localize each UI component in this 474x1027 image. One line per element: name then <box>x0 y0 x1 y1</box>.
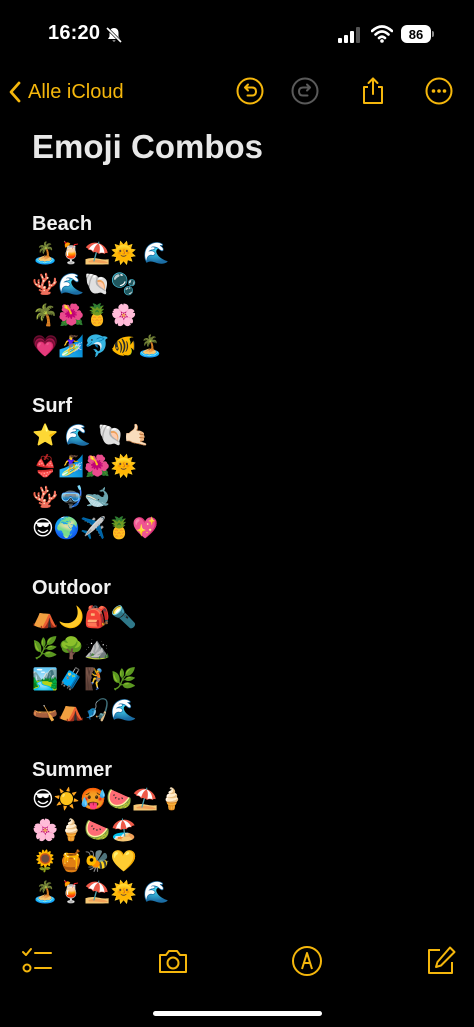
section-summer: Summer 😎☀️🥵🍉⛱️🍦 🌸🍦🍉🏖️ 🌻🍯🐝💛 🏝️🍹⛱️🌞 🌊 <box>32 756 452 908</box>
section-beach: Beach 🏝️🍹⛱️🌞 🌊 🪸🌊🐚🫧 🌴🌺🍍🌸 💗🏄‍♀️🐬🐠🏝️ <box>32 210 452 362</box>
emoji-line: 🏝️🍹⛱️🌞 🌊 <box>32 880 170 904</box>
emoji-line: 🏝️🍹⛱️🌞 🌊 <box>32 241 170 265</box>
emoji-line: 😎☀️🥵🍉⛱️🍦 <box>32 787 185 811</box>
section-heading: Outdoor <box>32 577 111 599</box>
chevron-left-icon <box>9 81 21 103</box>
status-bar: 16:20 86 <box>0 0 474 60</box>
emoji-line: 🌴🌺🍍🌸 <box>32 303 137 327</box>
note-title[interactable]: Emoji Combos <box>32 128 263 166</box>
camera-icon[interactable] <box>156 944 190 978</box>
checklist-icon[interactable] <box>20 944 54 978</box>
emoji-line: 🪸🌊🐚🫧 <box>32 272 137 296</box>
emoji-line: 🪸🤿🐋 <box>32 485 111 509</box>
back-button-label: Alle iCloud <box>28 80 124 103</box>
wifi-icon <box>371 25 393 43</box>
battery-cap <box>432 31 434 37</box>
emoji-line: 🌻🍯🐝💛 <box>32 849 137 873</box>
emoji-line: 😎🌍✈️🍍💖 <box>32 516 159 540</box>
section-surf: Surf ⭐️ 🌊 🐚🤙🏻 👙🏄‍♀️🌺🌞 🪸🤿🐋 😎🌍✈️🍍💖 <box>32 392 452 544</box>
emoji-line: 🛶⛺️🎣🌊 <box>32 698 137 722</box>
note-body[interactable]: Beach 🏝️🍹⛱️🌞 🌊 🪸🌊🐚🫧 🌴🌺🍍🌸 💗🏄‍♀️🐬🐠🏝️ Surf … <box>32 210 452 938</box>
redo-icon[interactable] <box>290 76 320 106</box>
emoji-line: ⛺️🌙🎒🔦 <box>32 605 137 629</box>
bell-muted-icon <box>105 26 123 44</box>
emoji-line: 🌸🍦🍉🏖️ <box>32 818 137 842</box>
share-icon[interactable] <box>358 76 388 106</box>
emoji-line: 👙🏄‍♀️🌺🌞 <box>32 454 137 478</box>
more-icon[interactable] <box>424 76 454 106</box>
emoji-line: ⭐️ 🌊 🐚🤙🏻 <box>32 423 150 447</box>
section-heading: Surf <box>32 395 72 417</box>
section-heading: Beach <box>32 213 93 235</box>
compose-icon[interactable] <box>424 944 458 978</box>
bottom-toolbar <box>0 940 474 984</box>
emoji-line: 💗🏄‍♀️🐬🐠🏝️ <box>32 334 163 358</box>
undo-icon[interactable] <box>235 76 265 106</box>
status-time: 16:20 <box>48 22 101 44</box>
home-indicator <box>153 1011 322 1016</box>
markup-icon[interactable] <box>290 944 324 978</box>
emoji-line: 🏞️🧳🧗🌿 <box>32 667 137 691</box>
battery-indicator: 86 <box>401 25 431 43</box>
section-heading: Summer <box>32 759 113 781</box>
emoji-line: 🌿🌳⛰️ <box>32 636 111 660</box>
navigation-bar: Alle iCloud <box>0 66 474 118</box>
cellular-signal-icon <box>338 27 360 43</box>
back-button[interactable]: Alle iCloud <box>8 76 124 108</box>
section-outdoor: Outdoor ⛺️🌙🎒🔦 🌿🌳⛰️ 🏞️🧳🧗🌿 🛶⛺️🎣🌊 <box>32 574 452 726</box>
